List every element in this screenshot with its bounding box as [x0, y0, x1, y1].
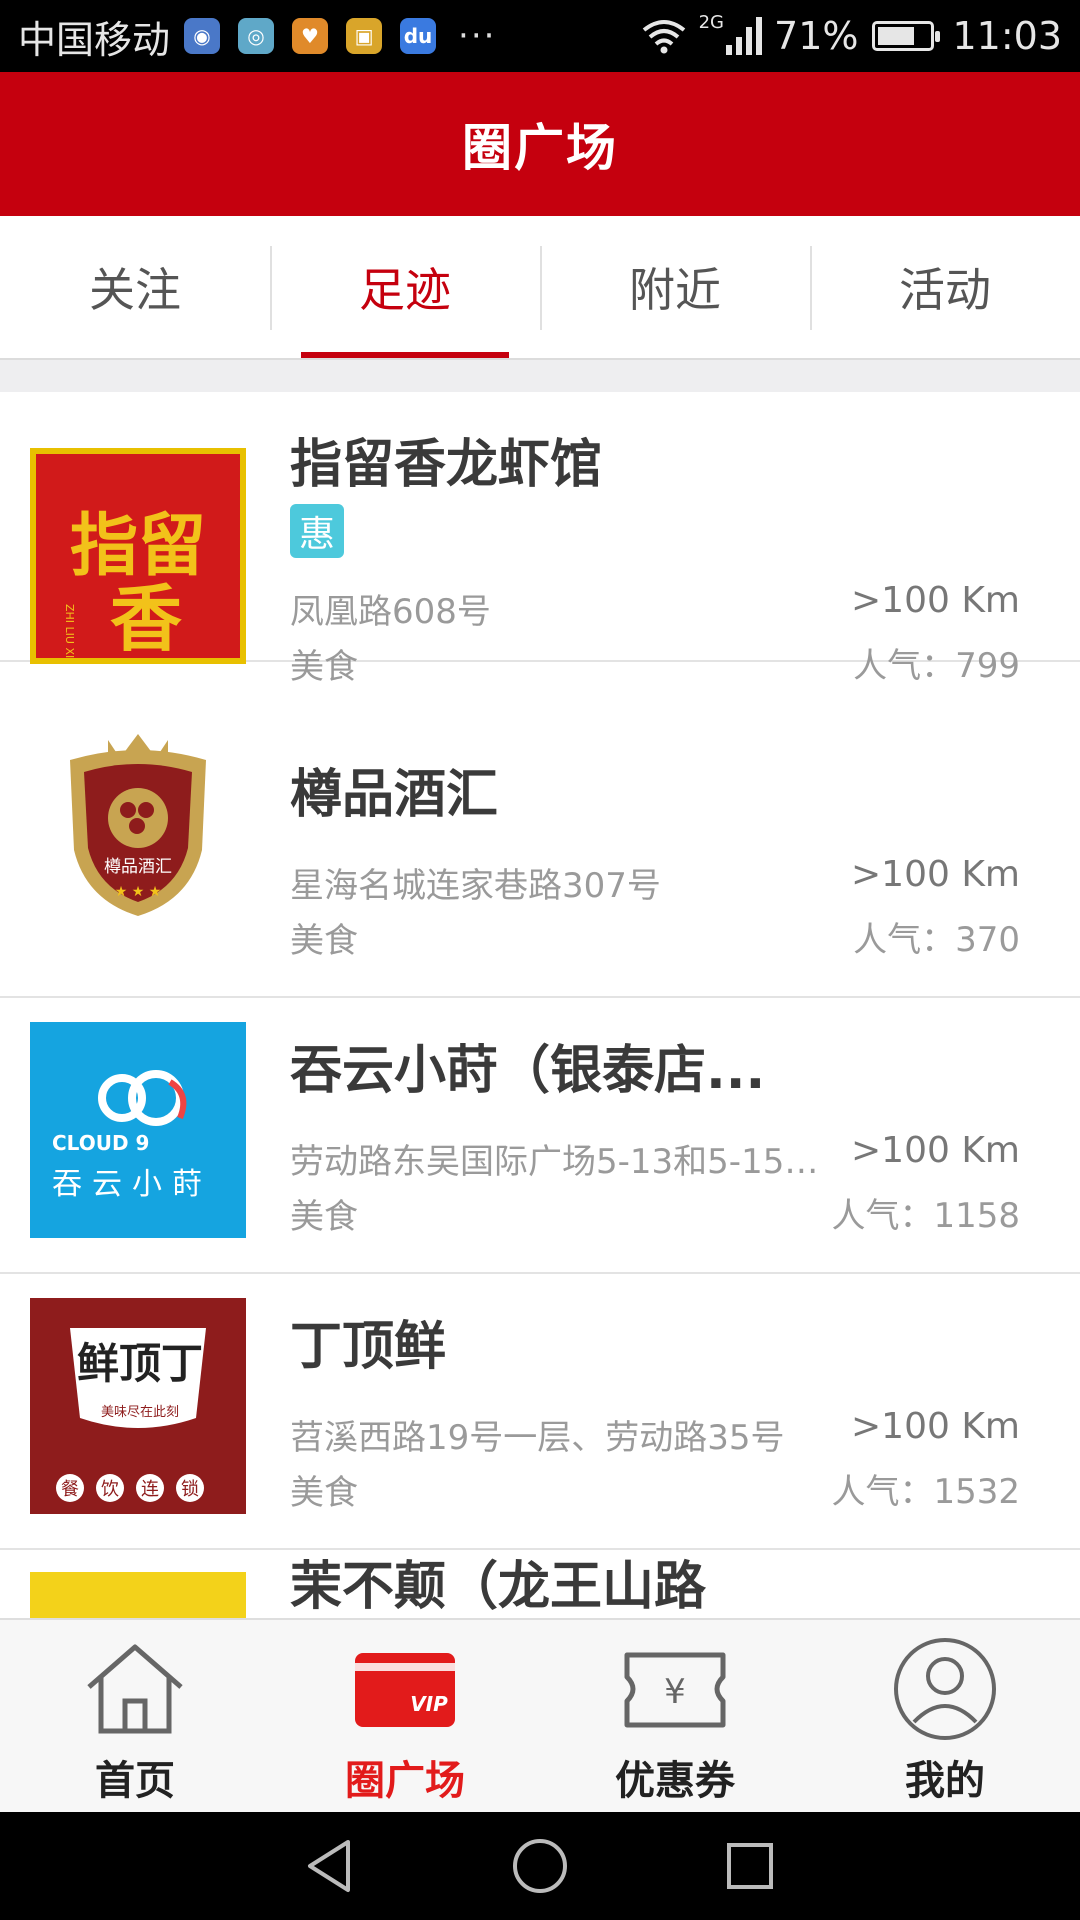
store-address: 星海名城连家巷路307号: [290, 866, 661, 906]
store-logo: 樽品酒汇 ★ ★ ★: [30, 720, 246, 936]
store-popularity: 人气：1532: [831, 1472, 1020, 1512]
list-item[interactable]: 樽品酒汇 ★ ★ ★ 樽品酒汇 星海名城连家巷路307号 美食 >100 Km …: [0, 720, 1080, 998]
system-nav-bar: [0, 1812, 1080, 1920]
store-category: 美食: [290, 921, 358, 961]
svg-text:指留: 指留: [70, 506, 206, 586]
wifi-icon: [642, 20, 685, 54]
home-circle-icon[interactable]: [510, 1836, 570, 1896]
home-icon: [80, 1634, 190, 1744]
profile-icon: [890, 1634, 1000, 1744]
clock: 11:03: [952, 14, 1062, 58]
store-distance: >100 Km: [851, 1406, 1020, 1447]
svg-text:锁: 锁: [181, 1479, 199, 1500]
recents-icon[interactable]: [720, 1836, 780, 1896]
carrier-name: 中国移动: [18, 17, 171, 62]
store-popularity: 人气：799: [853, 646, 1020, 686]
svg-text:餐: 餐: [61, 1479, 79, 1500]
signal-icon: [726, 17, 763, 55]
back-icon[interactable]: [300, 1836, 360, 1896]
bottom-nav: 首页 VIP 圈广场 ¥ 优惠券 我的: [0, 1618, 1080, 1812]
svg-text:吞云小莳: 吞云小莳: [52, 1167, 212, 1202]
store-distance: >100 Km: [851, 1130, 1020, 1171]
store-popularity: 人气：370: [853, 920, 1020, 960]
store-address: 凤凰路608号: [290, 592, 491, 632]
store-logo: CLOUD 9 吞云小莳: [30, 1022, 246, 1238]
svg-text:VIP: VIP: [410, 1692, 448, 1716]
page-title: 圈广场: [462, 119, 618, 177]
store-name: 指留香龙虾馆: [290, 435, 603, 495]
store-distance: >100 Km: [851, 854, 1020, 895]
bag-app-icon: ▣: [346, 18, 383, 54]
svg-text:CLOUD 9: CLOUD 9: [52, 1131, 149, 1155]
store-logo: 鲜顶丁 美味尽在此刻 餐 饮 连 锁: [30, 1298, 246, 1514]
svg-text:连: 连: [141, 1479, 159, 1500]
tab-activity[interactable]: 活动: [810, 216, 1080, 358]
store-address: 劳动路东吴国际广场5-13和5-15商...: [290, 1142, 850, 1182]
nav-home[interactable]: 首页: [0, 1620, 270, 1812]
store-name: 吞云小莳（银泰店...: [290, 1041, 766, 1101]
nav-circle-square[interactable]: VIP 圈广场: [270, 1620, 540, 1812]
mobile-app-icon: ◎: [238, 18, 275, 54]
store-address: 苕溪西路19号一层、劳动路35号: [290, 1418, 785, 1458]
store-list[interactable]: 指留 香 ZHI LIU XIANG 指留香龙虾馆 惠 凤凰路608号 美食 >…: [0, 392, 1080, 1618]
nav-coupon[interactable]: ¥ 优惠券: [540, 1620, 810, 1812]
status-bar: 中国移动 ◉ ◎ ♥ ▣ du ··· 2G 71% 11:03: [0, 0, 1080, 72]
store-name: 茉不颠（龙王山路: [290, 1557, 707, 1617]
store-popularity: 人气：1158: [831, 1196, 1020, 1236]
store-category: 美食: [290, 1473, 358, 1513]
nav-label: 圈广场: [345, 1758, 465, 1804]
svg-text:鲜顶丁: 鲜顶丁: [77, 1339, 203, 1388]
store-logo: [30, 1572, 246, 1618]
vip-card-icon: VIP: [350, 1634, 460, 1744]
svg-text:饮: 饮: [101, 1479, 119, 1500]
map-pin-app-icon: ◉: [184, 18, 221, 54]
store-name: 樽品酒汇: [290, 765, 499, 825]
svg-text:¥: ¥: [664, 1672, 686, 1712]
svg-text:ZHI LIU XIANG: ZHI LIU XIANG: [63, 604, 76, 658]
battery-percent: 71%: [774, 14, 859, 58]
svg-text:樽品酒汇: 樽品酒汇: [104, 857, 172, 877]
more-notifications-icon: ···: [458, 16, 497, 56]
battery-icon: [872, 21, 941, 51]
svg-text:★ ★ ★: ★ ★ ★: [115, 884, 162, 900]
network-type: 2G: [698, 11, 725, 33]
nav-label: 优惠券: [615, 1758, 735, 1804]
heart-app-icon: ♥: [292, 18, 329, 54]
nav-label: 首页: [95, 1758, 175, 1804]
store-distance: >100 Km: [851, 580, 1020, 621]
tab-bar: 关注 足迹 附近 活动: [0, 216, 1080, 360]
coupon-icon: ¥: [620, 1634, 730, 1744]
list-item[interactable]: CLOUD 9 吞云小莳 吞云小莳（银泰店... 劳动路东吴国际广场5-13和5…: [0, 998, 1080, 1274]
list-item[interactable]: 鲜顶丁 美味尽在此刻 餐 饮 连 锁 丁顶鲜 苕溪西路19号一层、劳动路35号 …: [0, 1274, 1080, 1550]
svg-text:美味尽在此刻: 美味尽在此刻: [101, 1405, 179, 1420]
store-category: 美食: [290, 647, 358, 687]
tab-nearby[interactable]: 附近: [540, 216, 810, 358]
store-logo: 指留 香 ZHI LIU XIANG: [30, 448, 246, 664]
store-category: 美食: [290, 1197, 358, 1237]
list-item[interactable]: 茉不颠（龙王山路: [0, 1550, 1080, 1618]
app-header: 圈广场: [0, 72, 1080, 216]
store-name: 丁顶鲜: [290, 1317, 447, 1377]
svg-text:香: 香: [110, 576, 182, 658]
discount-badge: 惠: [290, 504, 344, 558]
tab-footprint[interactable]: 足迹: [270, 216, 540, 358]
nav-profile[interactable]: 我的: [810, 1620, 1080, 1812]
baidu-app-icon: du: [400, 18, 437, 54]
list-divider: [0, 360, 1080, 392]
tab-follow[interactable]: 关注: [0, 216, 270, 358]
nav-label: 我的: [905, 1758, 985, 1804]
list-item[interactable]: 指留 香 ZHI LIU XIANG 指留香龙虾馆 惠 凤凰路608号 美食 >…: [0, 392, 1080, 687]
active-tab-indicator: [301, 352, 509, 358]
